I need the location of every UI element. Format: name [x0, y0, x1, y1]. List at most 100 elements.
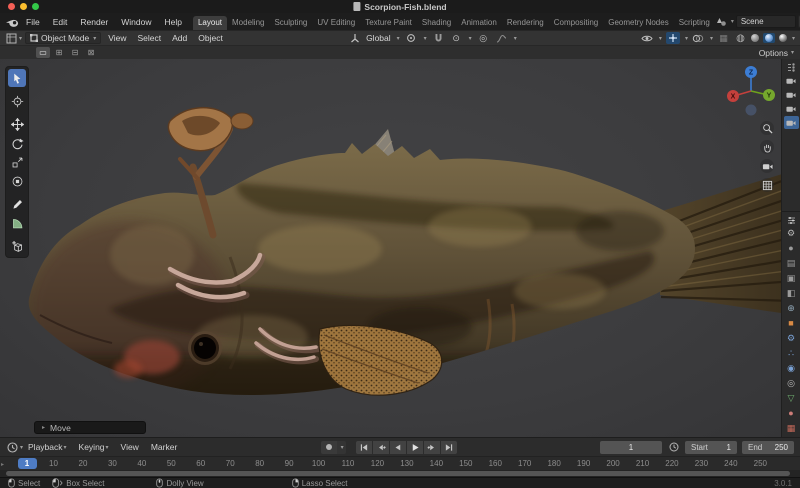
outliner-item-camera-icon[interactable]: [784, 102, 799, 115]
nav-control-zoom-icon[interactable]: [760, 121, 774, 135]
nav-control-toggle-projection-icon[interactable]: [760, 178, 774, 192]
outliner-item-camera-icon[interactable]: [784, 88, 799, 101]
tool-transform[interactable]: [8, 172, 26, 190]
pivot-point-icon[interactable]: [405, 32, 418, 44]
menu-window[interactable]: Window: [120, 16, 152, 28]
shading-solid-icon[interactable]: [751, 34, 759, 42]
current-frame-field[interactable]: 1: [600, 441, 662, 454]
menu-edit[interactable]: Edit: [52, 16, 69, 28]
scene-icon[interactable]: [715, 16, 728, 28]
tool-move[interactable]: [8, 115, 26, 133]
shading-wireframe-icon[interactable]: ◍: [734, 32, 747, 44]
snap-magnet-icon[interactable]: [432, 32, 445, 44]
workspace-tab-uv-editing[interactable]: UV Editing: [312, 16, 360, 30]
properties-tab-object-icon[interactable]: ■: [784, 317, 799, 330]
workspace-tab-modeling[interactable]: Modeling: [227, 16, 269, 30]
timeline-editor-caret[interactable]: ▾: [20, 444, 23, 451]
auto-keying-caret[interactable]: ▾: [337, 441, 346, 454]
play-reverse-button[interactable]: [390, 441, 406, 454]
play-button[interactable]: [407, 441, 423, 454]
show-object-types-caret[interactable]: ▾: [659, 35, 662, 42]
gizmo-caret[interactable]: ▾: [685, 35, 688, 42]
preview-range-icon[interactable]: [667, 441, 680, 453]
menu-file[interactable]: File: [25, 16, 41, 28]
operator-panel-move[interactable]: ▸ Move: [34, 421, 146, 434]
mode-selector[interactable]: Object Mode ▾: [25, 32, 101, 44]
timeline-menu-view[interactable]: View: [120, 441, 140, 453]
toggle-xray-icon[interactable]: ▦: [717, 32, 730, 44]
properties-tab-modifiers-icon[interactable]: ⚙: [784, 332, 799, 345]
outliner-item-camera-icon[interactable]: [784, 74, 799, 87]
viewport-menu-select[interactable]: Select: [137, 32, 163, 44]
properties-tab-particles-icon[interactable]: ∴: [784, 347, 799, 360]
options-dropdown[interactable]: Options ▾: [759, 48, 794, 58]
shading-caret[interactable]: ▾: [792, 35, 795, 42]
playhead[interactable]: 1: [18, 458, 37, 469]
properties-tab-texture-icon[interactable]: ▦: [784, 422, 799, 435]
editor-type-icon[interactable]: [5, 32, 18, 44]
3d-viewport[interactable]: Z X Y ▸ Move: [0, 59, 781, 437]
start-frame-field[interactable]: Start 1: [685, 441, 737, 454]
select-mode-intersect-icon[interactable]: ⊠: [84, 47, 98, 58]
timeline-menu-keying[interactable]: Keying▾: [78, 441, 110, 453]
viewport-menu-view[interactable]: View: [107, 32, 127, 44]
transform-orientation-icon[interactable]: [348, 32, 361, 44]
jump-to-end-button[interactable]: [441, 441, 457, 454]
properties-tab-render-icon[interactable]: ●: [784, 242, 799, 255]
properties-tab-output-icon[interactable]: ▤: [784, 257, 799, 270]
timeline-menu-playback[interactable]: Playback▾: [27, 441, 68, 453]
pivot-caret[interactable]: ▾: [424, 35, 427, 42]
workspace-tab-shading[interactable]: Shading: [417, 16, 456, 30]
scorpion-fish-model[interactable]: [0, 59, 781, 437]
workspace-tab-sculpting[interactable]: Sculpting: [269, 16, 312, 30]
falloff-caret[interactable]: ▾: [514, 35, 517, 42]
workspace-tab-geometry-nodes[interactable]: Geometry Nodes: [603, 16, 673, 30]
workspace-tab-scripting[interactable]: Scripting: [674, 16, 715, 30]
properties-tab-material-icon[interactable]: ●: [784, 407, 799, 420]
editor-type-caret[interactable]: ▾: [19, 35, 22, 42]
tool-measure[interactable]: [8, 214, 26, 232]
show-overlays-icon[interactable]: [692, 32, 705, 44]
viewport-menu-add[interactable]: Add: [171, 32, 188, 44]
falloff-curve-icon[interactable]: [495, 32, 508, 44]
blender-logo-icon[interactable]: [5, 16, 19, 28]
tool-select-box[interactable]: [8, 69, 26, 87]
properties-tab-constraints-icon[interactable]: ◎: [784, 377, 799, 390]
orientation-caret[interactable]: ▾: [397, 35, 400, 42]
scene-browse-caret[interactable]: ▾: [731, 18, 734, 25]
shading-material-preview-icon[interactable]: [763, 33, 775, 43]
show-gizmo-icon[interactable]: [666, 32, 680, 44]
nav-control-camera-view-icon[interactable]: [760, 159, 774, 173]
tool-rotate[interactable]: [8, 134, 26, 152]
auto-keying-button[interactable]: [321, 441, 337, 454]
shading-rendered-icon[interactable]: [779, 34, 787, 42]
menu-render[interactable]: Render: [79, 16, 109, 28]
properties-tab-object-data-icon[interactable]: ▽: [784, 392, 799, 405]
show-object-types-icon[interactable]: [641, 32, 654, 44]
properties-tab-world-icon[interactable]: ⊕: [784, 302, 799, 315]
next-keyframe-button[interactable]: [424, 441, 440, 454]
close-window-button[interactable]: [8, 3, 15, 10]
workspace-tab-animation[interactable]: Animation: [456, 16, 502, 30]
jump-to-start-button[interactable]: [356, 441, 372, 454]
select-mode-extend-icon[interactable]: ⊞: [52, 47, 66, 58]
nav-control-pan-icon[interactable]: [760, 140, 774, 154]
end-frame-field[interactable]: End 250: [742, 441, 794, 454]
transform-orientation-label[interactable]: Global: [366, 33, 391, 43]
timeline-menu-marker[interactable]: Marker: [150, 441, 178, 453]
timeline-scrollbar-thumb[interactable]: [6, 471, 790, 476]
tool-cursor[interactable]: [8, 92, 26, 110]
previous-keyframe-button[interactable]: [373, 441, 389, 454]
tool-scale[interactable]: [8, 153, 26, 171]
properties-tab-view-layer-icon[interactable]: ▣: [784, 272, 799, 285]
viewport-menu-object[interactable]: Object: [197, 32, 224, 44]
timeline-ruler[interactable]: ▸ 10203040506070809010011012013014015016…: [0, 456, 800, 470]
zoom-window-button[interactable]: [32, 3, 39, 10]
scene-name-field[interactable]: Scene: [736, 15, 796, 28]
snap-caret[interactable]: ▾: [469, 35, 472, 42]
properties-tab-physics-icon[interactable]: ◉: [784, 362, 799, 375]
workspace-tab-rendering[interactable]: Rendering: [502, 16, 549, 30]
navigation-gizmo[interactable]: Z X Y: [723, 63, 779, 119]
workspace-tab-compositing[interactable]: Compositing: [549, 16, 603, 30]
workspace-tab-texture-paint[interactable]: Texture Paint: [360, 16, 417, 30]
